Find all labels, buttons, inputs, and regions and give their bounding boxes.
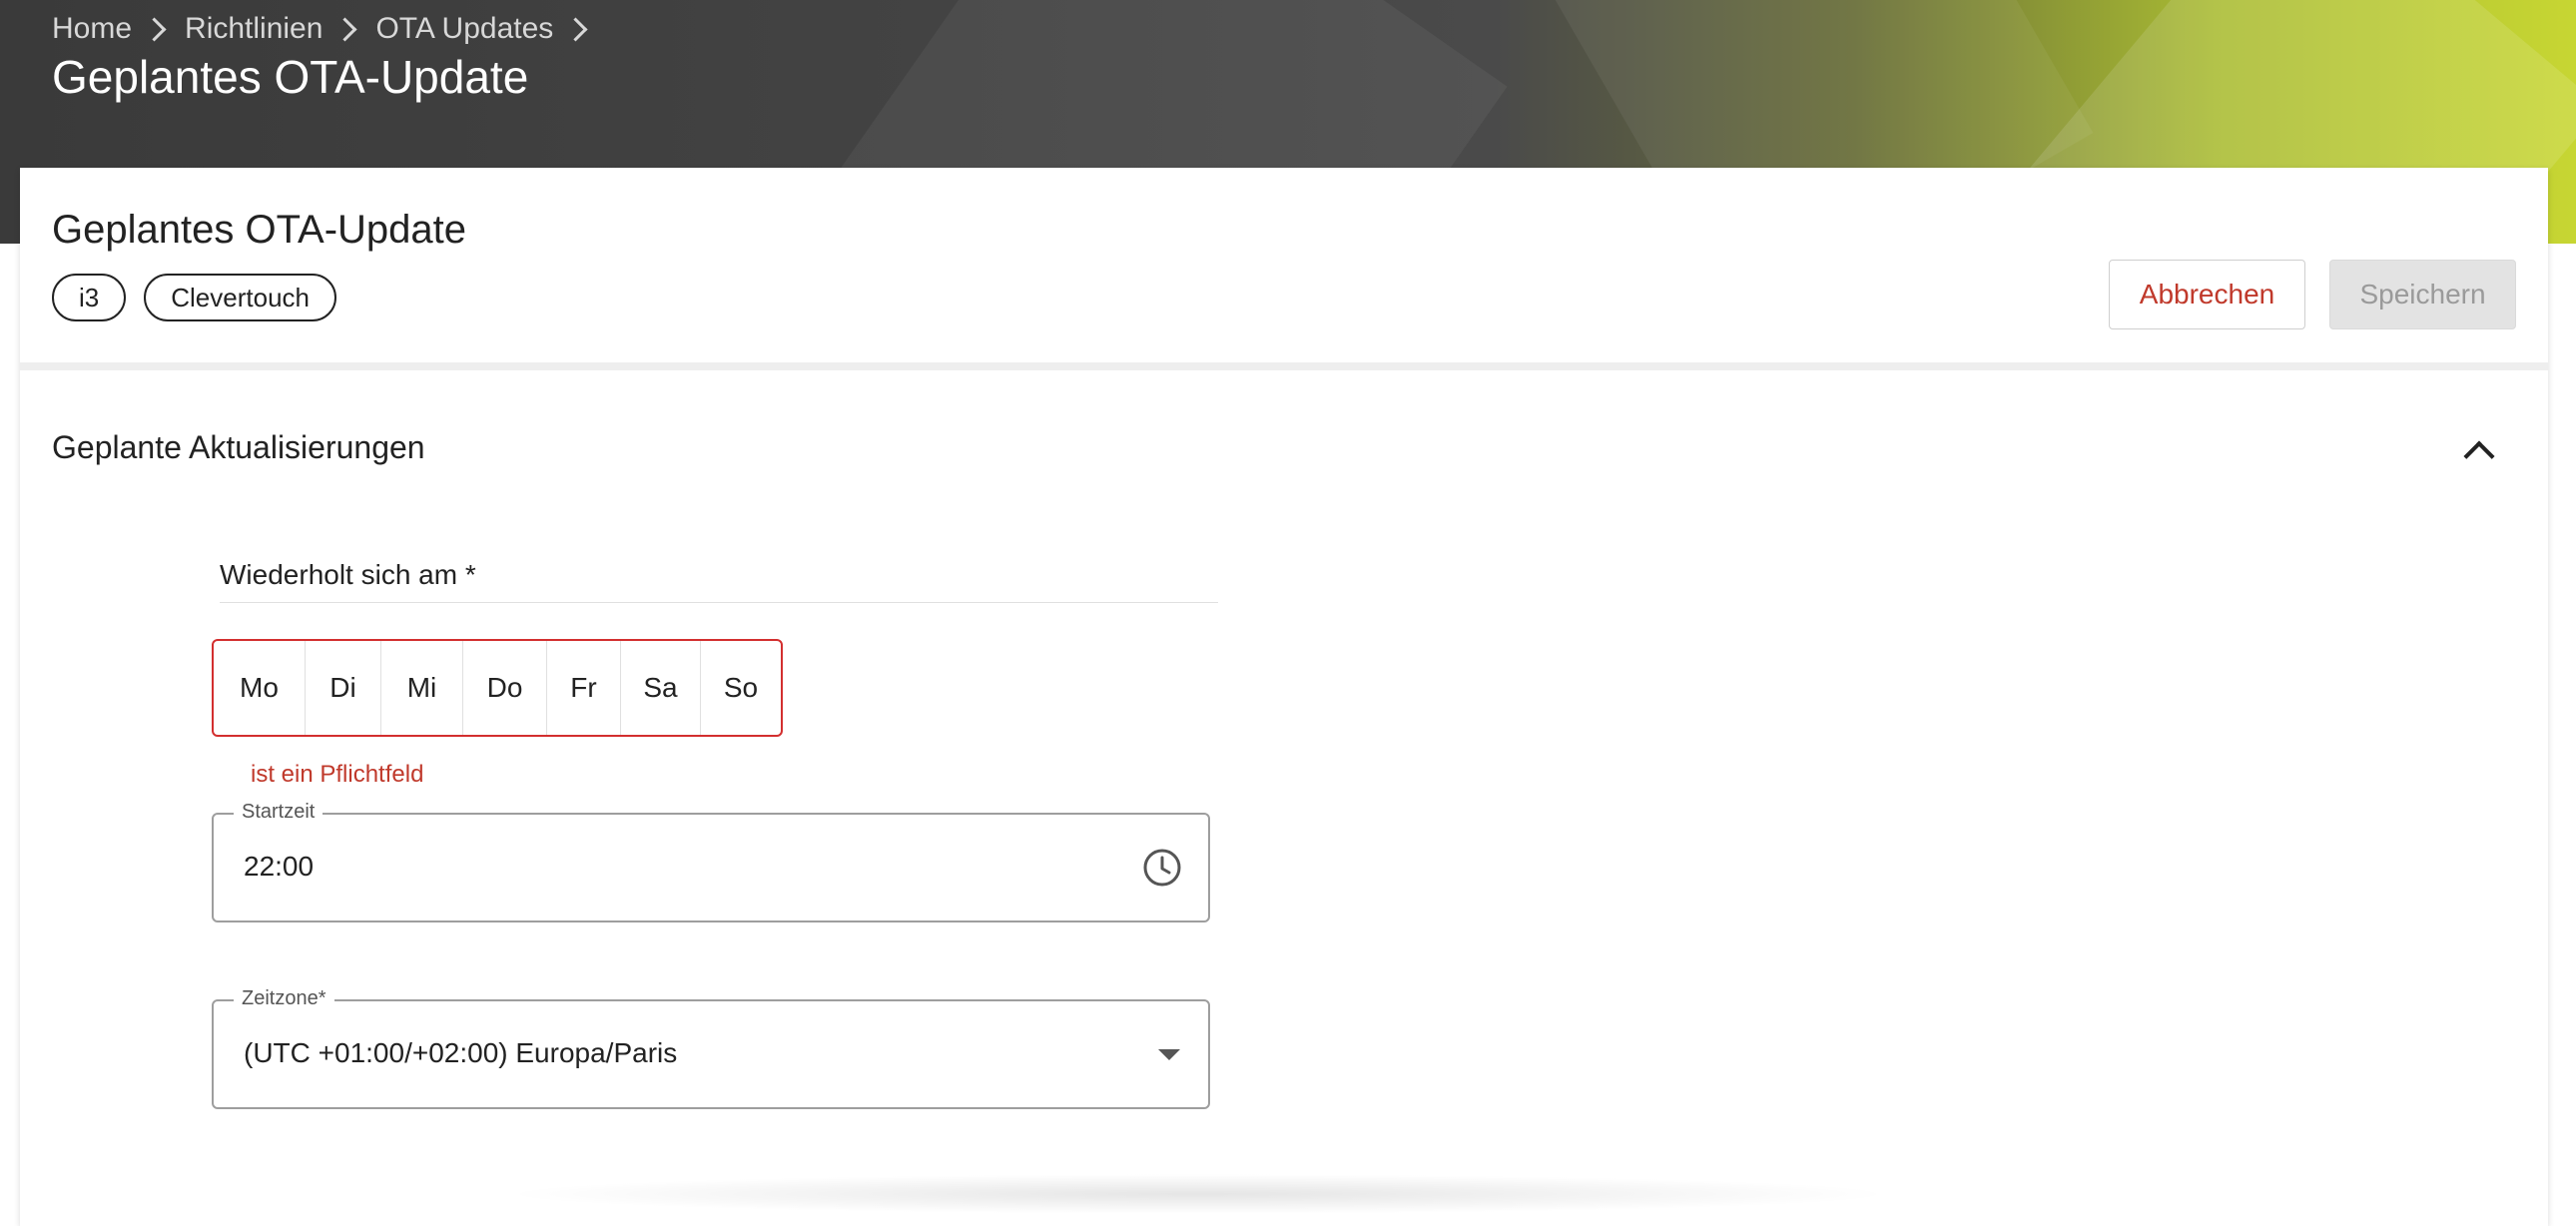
cancel-button[interactable]: Abbrechen [2109, 260, 2305, 329]
dropdown-caret-icon[interactable] [1158, 1049, 1180, 1060]
breadcrumb-richtlinien[interactable]: Richtlinien [185, 12, 322, 46]
chevron-right-icon [142, 16, 167, 42]
tag-chip-clevertouch: Clevertouch [144, 274, 336, 321]
tag-chip-i3: i3 [52, 274, 127, 321]
repeat-days-label: Wiederholt sich am * [220, 559, 1218, 603]
day-toggle-mi[interactable]: Mi [381, 641, 463, 735]
day-toggle-mo[interactable]: Mo [214, 641, 306, 735]
day-toggle-do[interactable]: Do [463, 641, 547, 735]
page-title: Geplantes OTA-Update [52, 51, 529, 103]
validation-error: ist ein Pflichtfeld [251, 761, 424, 788]
breadcrumb-home[interactable]: Home [52, 12, 132, 46]
chevron-right-icon [563, 16, 588, 42]
weekday-selector: Mo Di Mi Do Fr Sa So [212, 639, 783, 737]
day-toggle-di[interactable]: Di [306, 641, 381, 735]
card-title: Geplantes OTA-Update [52, 208, 467, 252]
start-time-field[interactable]: Startzeit 22:00 [212, 801, 1210, 922]
collapse-chevron-icon[interactable] [2463, 440, 2495, 472]
day-toggle-sa[interactable]: Sa [621, 641, 701, 735]
breadcrumb: Home Richtlinien OTA Updates [52, 8, 606, 50]
tag-list: i3 Clevertouch [52, 274, 336, 321]
save-button[interactable]: Speichern [2329, 260, 2516, 329]
timezone-select[interactable]: Zeitzone* (UTC +01:00/+02:00) Europa/Par… [212, 987, 1210, 1109]
breadcrumb-ota-updates[interactable]: OTA Updates [375, 12, 553, 46]
card-header: Geplantes OTA-Update i3 Clevertouch Abbr… [20, 168, 2548, 370]
clock-icon[interactable] [1142, 848, 1182, 888]
day-toggle-fr[interactable]: Fr [547, 641, 621, 735]
section-title: Geplante Aktualisierungen [52, 429, 425, 465]
start-time-label: Startzeit [234, 801, 323, 824]
day-toggle-so[interactable]: So [701, 641, 781, 735]
timezone-label: Zeitzone* [234, 987, 334, 1010]
floating-panel-shadow [499, 1174, 1897, 1214]
form-card: Geplantes OTA-Update i3 Clevertouch Abbr… [20, 168, 2548, 1226]
timezone-value: (UTC +01:00/+02:00) Europa/Paris [244, 1037, 678, 1068]
start-time-value: 22:00 [244, 851, 315, 882]
chevron-right-icon [332, 16, 357, 42]
